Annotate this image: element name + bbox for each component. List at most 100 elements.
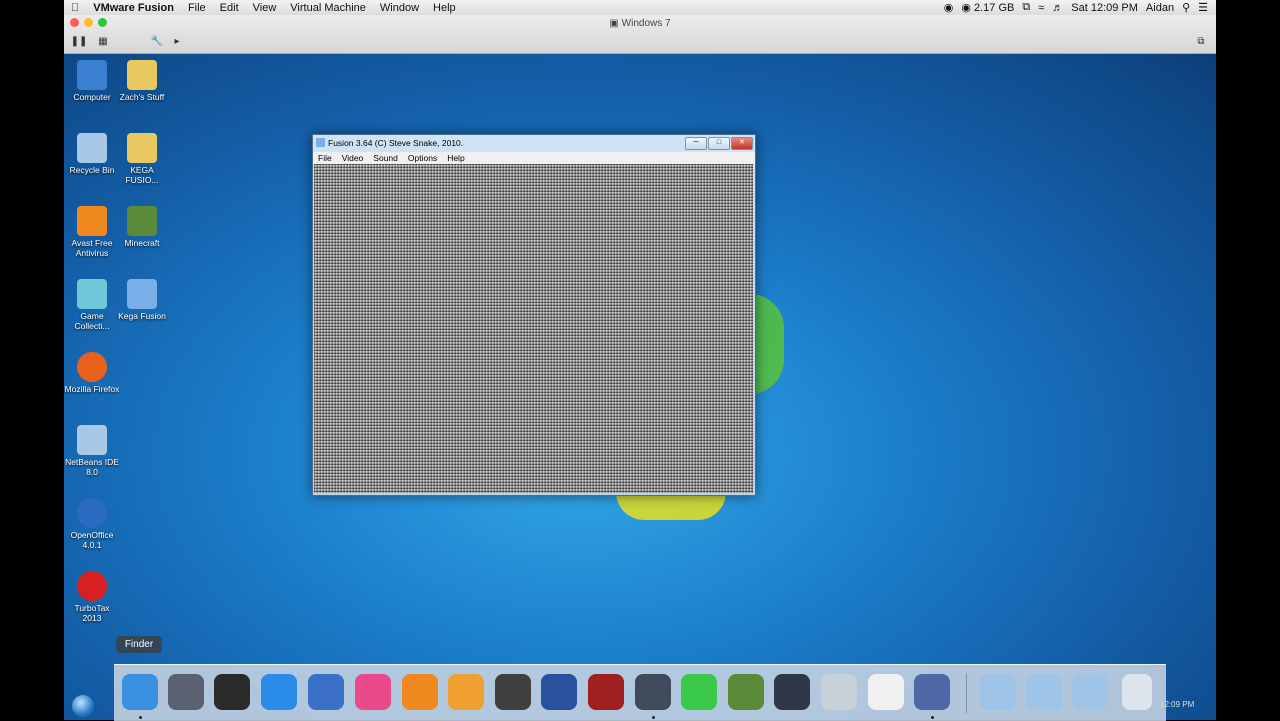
firefox-icon [77,352,107,382]
wifi-icon[interactable]: ≈ [1038,2,1044,14]
safari-icon[interactable] [261,674,297,710]
dock [114,664,1166,721]
desktop-icon-openoffice[interactable]: OpenOffice 4.0.1 [64,498,120,550]
windows-desktop: Computer Zach's Stuff Recycle Bin KEGA F… [64,54,1216,720]
recycle-bin-icon [77,133,107,163]
desktop-icon-kega-fusion-folder[interactable]: KEGA FUSIO... [114,133,170,185]
menu-file[interactable]: File [181,2,213,14]
desktop-icon-label: Mozilla Firefox [64,384,120,394]
chevron-right-icon[interactable]: ▸ [172,34,182,48]
menu-help[interactable]: Help [426,2,463,14]
unity-view-icon[interactable]: ⧉ [1194,34,1208,48]
desktop-icon-zachs-stuff[interactable]: Zach's Stuff [114,60,170,102]
finder-icon[interactable] [122,674,158,710]
fusion-menu-sound[interactable]: Sound [368,153,403,163]
user-name[interactable]: Aidan [1146,2,1174,14]
desktop-icon-game-collection[interactable]: Game Collecti... [64,279,120,331]
volume-icon[interactable]: ♬ [1052,2,1063,14]
mission-control-icon[interactable] [214,674,250,710]
avast-icon [77,206,107,236]
menu-virtual-machine[interactable]: Virtual Machine [283,2,373,14]
vectorworks-icon[interactable] [541,674,577,710]
photo-booth-icon[interactable] [588,674,624,710]
folder-icon [127,133,157,163]
fusion-menu-file[interactable]: File [313,153,337,163]
minecraft-icon[interactable] [728,674,764,710]
emulator-static-screen[interactable] [314,164,753,493]
facetime-icon[interactable] [681,674,717,710]
photos-icon[interactable] [448,674,484,710]
snapshot-icon[interactable]: ▦ [96,34,110,48]
fusion-menu-video[interactable]: Video [337,153,369,163]
apple-menu-icon[interactable]:  [64,2,86,14]
menu-app-name[interactable]: VMware Fusion [86,2,181,14]
menu-view[interactable]: View [246,2,284,14]
fusion-menu-options[interactable]: Options [403,153,442,163]
desktop-icon-label: KEGA FUSIO... [125,165,159,185]
desktop-icon-label: Avast Free Antivirus [71,238,113,258]
fusion-menu-help[interactable]: Help [442,153,469,163]
fusion-menu-bar: File Video Sound Options Help [313,152,755,164]
desktop-icon-label: Kega Fusion [118,311,166,321]
running-indicator [139,716,142,719]
kega-fusion-icon [127,279,157,309]
documents-folder-icon[interactable] [1026,674,1062,710]
close-icon[interactable]: ✕ [731,137,753,150]
desktop-icon-netbeans[interactable]: NetBeans IDE 8.0 [64,425,120,477]
vmware-fusion-icon[interactable] [914,674,950,710]
memory-status[interactable]: ◉ 2.17 GB [961,1,1014,14]
game-collection-icon [77,279,107,309]
maximize-icon[interactable]: □ [708,137,730,150]
dvd-player-icon[interactable] [774,674,810,710]
folder-icon [127,60,157,90]
fusion-window-title: Fusion 3.64 (C) Steve Snake, 2010. [328,138,464,148]
launchpad-icon[interactable] [168,674,204,710]
desktop-icon-kega-fusion[interactable]: Kega Fusion [114,279,170,321]
desktop-icon-label: Game Collecti... [74,311,110,331]
vm-title-text: Windows 7 [621,18,671,29]
textedit-icon[interactable] [868,674,904,710]
desktop-icon-recycle-bin[interactable]: Recycle Bin [64,133,120,175]
dock-tooltip: Finder [116,636,162,653]
desktop-icon-label: TurboTax 2013 [74,603,110,623]
applications-folder-icon[interactable] [980,674,1016,710]
imovie-icon[interactable] [495,674,531,710]
trash-icon[interactable] [1122,674,1152,710]
downloads-folder-icon[interactable] [1072,674,1108,710]
ibooks-icon[interactable] [402,674,438,710]
desktop-icon-computer[interactable]: Computer [64,60,120,102]
turbotax-icon [77,571,107,601]
dock-divider [966,673,967,713]
desktop-icon-avast[interactable]: Avast Free Antivirus [64,206,120,258]
desktop-icon-label: Recycle Bin [69,165,115,175]
minecraft-icon [127,206,157,236]
preview-icon[interactable] [821,674,857,710]
itunes-icon[interactable] [355,674,391,710]
pause-icon[interactable]: ❚❚ [71,34,88,48]
desktop-icon-label: Computer [73,92,111,102]
wallpaper-logo-yellow [616,492,726,520]
notification-center-icon[interactable]: ☰ [1198,1,1208,14]
vmware-window-toolbar: ▣ Windows 7 ❚❚ ▦ 🔧 ▸ ⧉ [64,15,1216,54]
windows-start-icon[interactable] [72,695,94,717]
clock[interactable]: Sat 12:09 PM [1071,2,1138,14]
desktop-icon-label: OpenOffice 4.0.1 [70,530,114,550]
netbeans-icon [77,425,107,455]
fusion-emulator-window: Fusion 3.64 (C) Steve Snake, 2010. ─ □ ✕… [312,134,756,496]
desktop-icon-label: Minecraft [124,238,160,248]
record-icon[interactable]: ◉ [944,1,954,14]
dropbox-icon[interactable]: ⧉ [1022,1,1030,14]
quicktime-icon[interactable] [635,674,671,710]
menu-window[interactable]: Window [373,2,426,14]
openoffice-icon[interactable] [308,674,344,710]
computer-icon [77,60,107,90]
menu-edit[interactable]: Edit [213,2,246,14]
settings-wrench-icon[interactable]: 🔧 [150,34,164,48]
minimize-icon[interactable]: ─ [685,137,707,150]
mac-menu-bar:  VMware Fusion File Edit View Virtual M… [64,0,1216,15]
desktop-icon-firefox[interactable]: Mozilla Firefox [64,352,120,394]
desktop-icon-minecraft[interactable]: Minecraft [114,206,170,248]
spotlight-icon[interactable]: ⚲ [1182,1,1190,14]
memory-value: 2.17 GB [974,2,1015,14]
desktop-icon-turbotax[interactable]: TurboTax 2013 [64,571,120,623]
